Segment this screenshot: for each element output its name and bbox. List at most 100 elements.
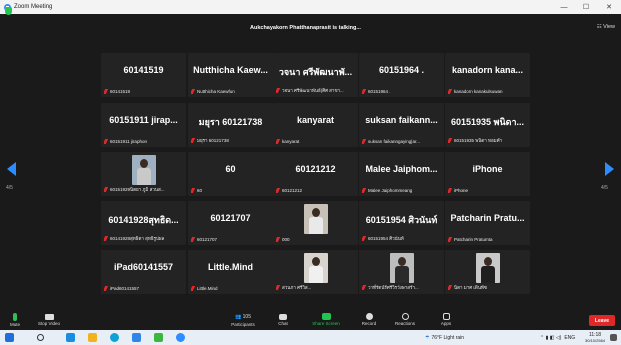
participant-tile[interactable]: มยุรา 60121738 มยุรา 60121738 (188, 103, 273, 147)
stop-video-button[interactable]: Stop Video (34, 312, 64, 330)
participant-tile[interactable]: Little.Mind Little.Mind (188, 250, 273, 294)
participant-tile[interactable]: iPhone iPhone (445, 152, 530, 196)
participant-display-name: 60121707 (210, 213, 251, 223)
participant-head (311, 208, 320, 217)
participant-name-text: 60121212 (282, 188, 303, 193)
muted-microphone-icon (191, 188, 196, 193)
maximize-button[interactable]: ☐ (575, 0, 597, 14)
participant-tile[interactable]: 60151911 jirap... 60151911 jiraphon (101, 103, 186, 147)
zoom-meeting-taskbar-icon[interactable] (176, 333, 185, 342)
participant-head (311, 257, 320, 266)
participant-tile[interactable]: 000 (273, 201, 358, 245)
clock[interactable]: 11:18 30/10/2564 (585, 330, 605, 345)
participant-video (131, 155, 156, 185)
participant-name-label: iPad60141557 (104, 286, 183, 291)
muted-microphone-icon (104, 236, 109, 241)
participant-tile[interactable]: 60151954 ศิวนันท์ 60151954 ศิวนันท์ (359, 201, 444, 245)
line-app-icon[interactable] (154, 333, 163, 342)
next-page-arrow-icon[interactable] (605, 162, 614, 176)
active-speaker-banner: Aukchayakorn Phatthanaprasit is talking.… (250, 25, 361, 31)
close-button[interactable]: ✕ (598, 0, 620, 14)
participant-tile[interactable]: วาที่รัตน์ร์ศรีวิรวังษาสร้า... (359, 250, 444, 294)
previous-page-arrow-icon[interactable] (7, 162, 16, 176)
participant-tile[interactable]: 60151964 . 60151964 . (359, 53, 444, 97)
participant-name-label: 60121212 (276, 188, 355, 193)
participant-name-label: 000 (276, 237, 355, 242)
participant-tile[interactable]: suksan faikann... suksan faikanngaying|ar… (359, 103, 444, 147)
participant-tile[interactable]: 60151929นิตยา ภูมิ สวนส... (101, 152, 186, 196)
participant-name-text: นิดา มาศ เดินพีซ (454, 285, 487, 290)
participant-display-name: Nutthicha Kaew... (193, 65, 268, 75)
muted-microphone-icon (104, 286, 109, 291)
participant-tile[interactable]: iPad60141557 iPad60141557 (101, 250, 186, 294)
participants-button[interactable]: 👥 105 Participants (223, 312, 263, 330)
language-indicator[interactable]: ⌃ ▮ ◧ ◁) ENG (540, 330, 575, 345)
participant-body (394, 266, 409, 283)
participant-tile[interactable]: 60121212 60121212 (273, 152, 358, 196)
participant-display-name: iPad60141557 (113, 262, 174, 272)
search-icon[interactable] (37, 334, 44, 341)
participant-tile[interactable]: 60 60 (188, 152, 273, 196)
participant-head (397, 257, 406, 266)
participant-tile[interactable]: Patcharin Pratu... Patcharin Pratumta (445, 201, 530, 245)
participant-tile[interactable]: สวนภา ศรีวิส... (273, 250, 358, 294)
participant-name-text: Patcharin Pratumta (454, 237, 493, 242)
participant-tile[interactable]: นิดา มาศ เดินพีซ (445, 250, 530, 294)
notifications-icon[interactable] (610, 334, 617, 341)
participant-tile[interactable]: 60141928สุทธิด... 60141928สุทธิดา สุทธิรู… (101, 201, 186, 245)
participant-name-text: มยุรา 60121738 (197, 138, 229, 143)
participant-name-label: kanadorn kanakulsuwan (448, 89, 527, 94)
muted-microphone-icon (362, 89, 367, 94)
reactions-label: Reactions (394, 321, 415, 326)
apps-button[interactable]: Apps (436, 312, 456, 330)
participant-tile[interactable]: วจนา ศรีพัฒนาพั... วจนา ศรีพัฒนาพันธ์(ศิศ… (273, 53, 358, 97)
participant-name-text: 60151964 . (368, 89, 391, 94)
participant-name-text: 60121707 (197, 237, 218, 242)
participant-video (389, 253, 414, 283)
chat-bubble-icon (279, 314, 287, 320)
view-button[interactable]: ☷ View (597, 24, 615, 30)
participant-name-label: มยุรา 60121738 (191, 137, 270, 144)
reactions-button[interactable]: Reactions (390, 312, 420, 330)
share-screen-button[interactable]: Share Screen (306, 312, 346, 330)
participant-display-name: Patcharin Pratu... (450, 213, 525, 223)
record-icon (365, 313, 373, 320)
record-button[interactable]: Record (356, 312, 382, 330)
participant-tile[interactable]: kanyarat kanyarat (273, 103, 358, 147)
participant-name-text: 60 (197, 188, 203, 193)
security-shield-icon[interactable] (5, 7, 12, 15)
share-arrow-icon (321, 313, 331, 320)
participant-tile[interactable]: 60121707 60121707 (188, 201, 273, 245)
participant-tile[interactable]: Nutthicha Kaew... Nutthicha Kaewfun (188, 53, 273, 97)
participants-icon: 👥 (235, 314, 242, 320)
participant-display-name: 60141928สุทธิด... (108, 215, 179, 225)
edge-browser-icon[interactable] (66, 333, 75, 342)
participant-video (303, 253, 328, 283)
participant-name-text: kanyarat (282, 139, 300, 144)
participant-name-text: วาที่รัตน์ร์ศรีวิรวังษาสร้า... (368, 285, 419, 290)
minimize-button[interactable]: — (553, 0, 575, 14)
muted-microphone-icon (362, 188, 367, 193)
tray-icons: ⌃ ▮ ◧ ◁) (540, 334, 562, 341)
participant-body (136, 168, 151, 185)
participant-tile[interactable]: Malee Jaiphom... Malee Jaiphommeang (359, 152, 444, 196)
chat-button[interactable]: Chat (273, 312, 293, 330)
muted-microphone-icon (276, 237, 281, 242)
language-label: ENG (564, 334, 576, 341)
windows-start-icon[interactable] (5, 333, 14, 342)
participant-display-name: 60151964 . (378, 65, 425, 75)
muted-microphone-icon (104, 187, 109, 192)
leave-button[interactable]: Leave (589, 315, 615, 326)
participant-name-label: Nutthicha Kaewfun (191, 89, 270, 94)
participant-tile[interactable]: 60151935 พนิดา... 60151935 พนิดา หอมคำ (445, 103, 530, 147)
zoom-taskbar-icon[interactable] (132, 333, 141, 342)
weather-widget[interactable]: ☂ 76°F Light rain (425, 330, 464, 345)
participant-name-label: kanyarat (276, 139, 355, 144)
chrome-icon[interactable] (110, 333, 119, 342)
participant-name-text: Little.Mind (197, 286, 218, 291)
file-explorer-icon[interactable] (88, 333, 97, 342)
participant-tile[interactable]: 60141519 60141519 (101, 53, 186, 97)
mute-button[interactable]: Mute (4, 312, 26, 330)
microphone-icon (13, 313, 17, 321)
participant-tile[interactable]: kanadorn kana... kanadorn kanakulsuwan (445, 53, 530, 97)
